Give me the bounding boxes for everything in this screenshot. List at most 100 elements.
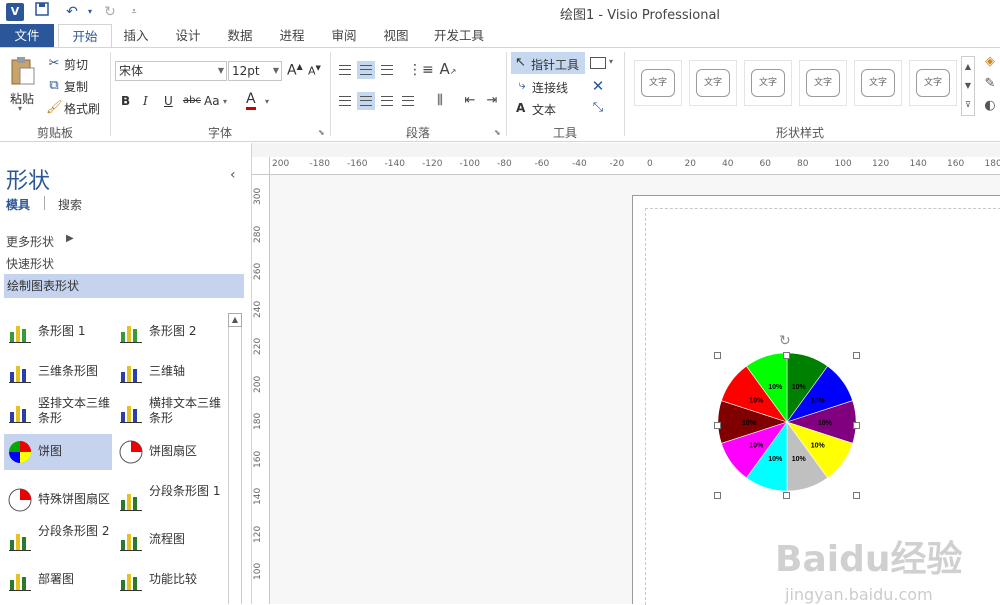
tab-insert[interactable]: 插入 (116, 24, 156, 48)
shape-item[interactable]: 部署图 (4, 562, 112, 598)
effects-icon[interactable]: ◐ (982, 98, 998, 114)
shape-item[interactable]: 横排文本三维条形 (115, 394, 223, 430)
tab-design[interactable]: 设计 (168, 24, 208, 48)
shape-style-thumbnail[interactable]: 文字 (634, 60, 682, 106)
grow-font-icon[interactable]: A▲ (287, 62, 303, 79)
align-bottom-button[interactable] (378, 61, 396, 79)
paste-dropdown-icon[interactable]: ▾ (18, 104, 22, 113)
chevron-down-icon[interactable]: ▾ (609, 57, 613, 66)
connection-point-icon[interactable]: ⤡ (590, 100, 606, 116)
shape-item[interactable]: 竖排文本三维条形 (4, 394, 112, 430)
shape-style-thumbnail[interactable]: 文字 (909, 60, 957, 106)
rotate-handle-icon[interactable]: ↻ (779, 333, 791, 349)
shape-item[interactable]: 三维轴 (115, 354, 223, 390)
selection-handle[interactable] (714, 352, 721, 359)
shrink-font-icon[interactable]: A▼ (308, 64, 321, 78)
font-size-combo[interactable]: 12pt▼ (228, 61, 282, 81)
scrollbar[interactable] (228, 327, 242, 604)
selection-handle[interactable] (714, 492, 721, 499)
undo-dropdown-icon[interactable]: ▾ (80, 2, 100, 22)
font-color-button[interactable]: A (246, 92, 256, 110)
tab-search[interactable]: 搜索 (58, 196, 82, 213)
shape-item[interactable]: 饼图 (4, 434, 112, 470)
selection-handle[interactable] (853, 422, 860, 429)
shape-item[interactable]: 特殊饼图扇区 (4, 482, 112, 518)
font-family-combo[interactable]: 宋体▼ (115, 61, 227, 81)
scroll-up-button[interactable]: ▲ (228, 313, 242, 327)
text-tool-button[interactable]: 文本 (532, 101, 556, 118)
visio-app-icon[interactable]: V (6, 3, 24, 21)
underline-button[interactable]: U (164, 94, 173, 108)
align-center-button[interactable] (357, 92, 375, 110)
bold-button[interactable]: B (121, 94, 130, 108)
tab-file[interactable]: 文件 (0, 24, 54, 48)
decrease-indent-icon[interactable]: ⇤ (460, 93, 480, 109)
copy-button[interactable]: 复制 (64, 78, 88, 95)
drawing-surface[interactable]: 10%10%10%10%10%10%10%10%10%10% ↻ Baidu经验… (270, 175, 1000, 604)
increase-indent-icon[interactable]: ⇥ (482, 93, 502, 109)
customize-qat-icon[interactable]: ⩡ (124, 2, 144, 22)
shape-style-thumbnail[interactable]: 文字 (744, 60, 792, 106)
align-right-button[interactable] (378, 92, 396, 110)
shape-item[interactable]: 条形图 2 (115, 314, 223, 350)
chevron-down-icon[interactable]: ▾ (223, 97, 227, 106)
bullets-icon[interactable]: ⋮≡ (408, 62, 426, 78)
strikethrough-button[interactable]: abc (183, 95, 201, 106)
quick-shapes-link[interactable]: 快速形状 (6, 255, 54, 272)
chevron-down-icon[interactable]: ▾ (265, 97, 269, 106)
cut-button[interactable]: 剪切 (64, 56, 88, 73)
align-top-button[interactable] (336, 61, 354, 79)
save-icon[interactable] (32, 2, 52, 22)
dialog-launcher-icon[interactable]: ⬊ (494, 128, 501, 137)
text-tool-icon[interactable]: A (516, 101, 525, 115)
text-direction-icon[interactable]: A↗ (438, 61, 458, 80)
tab-developer[interactable]: 开发工具 (428, 24, 490, 48)
fill-icon[interactable]: ◈ (982, 54, 998, 70)
copy-icon[interactable]: ⧉ (46, 78, 62, 94)
shape-item[interactable]: 饼图扇区 (115, 434, 223, 470)
align-left-button[interactable] (336, 92, 354, 110)
selection-handle[interactable] (714, 422, 721, 429)
distribute-icon[interactable]: ⫼ (430, 93, 450, 109)
shape-item[interactable]: 分段条形图 1 (115, 482, 223, 518)
rectangle-icon[interactable] (590, 57, 606, 69)
tab-process[interactable]: 进程 (272, 24, 312, 48)
justify-button[interactable] (399, 92, 417, 110)
tab-stencils[interactable]: 模具 (6, 196, 30, 213)
shape-style-thumbnail[interactable]: 文字 (689, 60, 737, 106)
more-shapes-link[interactable]: 更多形状 (6, 233, 54, 250)
shape-style-thumbnail[interactable]: 文字 (799, 60, 847, 106)
line-icon[interactable]: ✎ (982, 76, 998, 92)
shape-item[interactable]: 分段条形图 2 (4, 522, 112, 558)
shape-item[interactable]: 功能比较 (115, 562, 223, 598)
tab-review[interactable]: 审阅 (324, 24, 364, 48)
format-painter-button[interactable]: 格式刷 (64, 100, 100, 117)
shape-item[interactable]: 条形图 1 (4, 314, 112, 350)
connector-icon[interactable]: ⤷ (514, 78, 530, 94)
selection-handle[interactable] (853, 352, 860, 359)
dialog-launcher-icon[interactable]: ⬊ (318, 128, 325, 137)
tab-data[interactable]: 数据 (220, 24, 260, 48)
tab-home[interactable]: 开始 (58, 24, 112, 49)
gallery-scroll[interactable]: ▲▼⊽ (961, 56, 975, 116)
shape-style-thumbnail[interactable]: 文字 (854, 60, 902, 106)
stencil-header[interactable]: 绘制图表形状 (4, 274, 244, 298)
collapse-pane-icon[interactable]: ‹ (230, 167, 236, 183)
format-painter-icon[interactable]: 🖌 (46, 100, 62, 116)
paste-icon[interactable] (10, 56, 36, 86)
selection-handle[interactable] (853, 492, 860, 499)
selection-handle[interactable] (783, 492, 790, 499)
change-case-button[interactable]: Aa (204, 94, 220, 108)
shape-item[interactable]: 三维条形图 (4, 354, 112, 390)
redo-icon[interactable]: ↻ (100, 2, 120, 22)
align-middle-button[interactable] (357, 61, 375, 79)
connector-button[interactable]: 连接线 (532, 79, 568, 96)
selection-handle[interactable] (783, 352, 790, 359)
shape-item[interactable]: 流程图 (115, 522, 223, 558)
cut-icon[interactable]: ✂ (46, 56, 62, 72)
close-icon[interactable]: ✕ (590, 78, 606, 94)
pointer-tool-button[interactable]: ↖ 指针工具 (511, 52, 585, 74)
italic-button[interactable]: I (143, 94, 148, 108)
undo-icon[interactable]: ↶ (62, 2, 82, 22)
tab-view[interactable]: 视图 (376, 24, 416, 48)
